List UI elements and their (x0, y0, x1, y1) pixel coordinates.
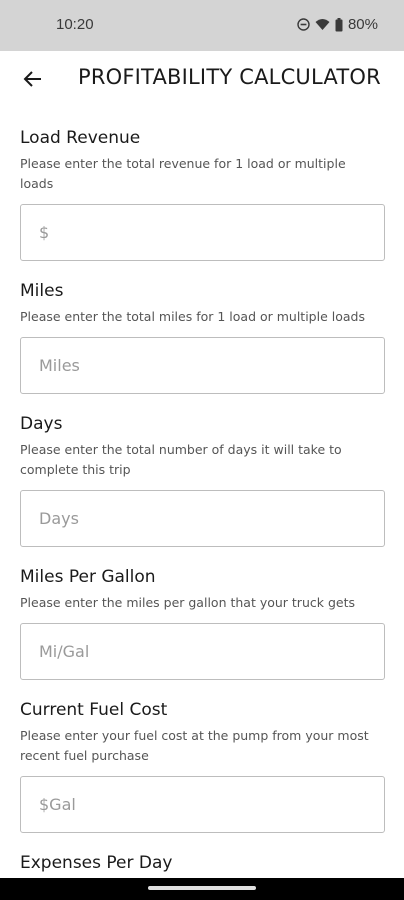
field-miles: Miles Please enter the total miles for 1… (20, 279, 386, 394)
field-expenses-per-day: Expenses Per Day (20, 851, 386, 875)
do-not-disturb-icon (297, 18, 310, 31)
fuel-cost-input[interactable] (20, 776, 385, 833)
field-help: Please enter the miles per gallon that y… (20, 595, 355, 610)
arrow-left-icon (23, 70, 43, 92)
app-header: PROFITABILITY CALCULATOR (0, 51, 404, 109)
load-revenue-input[interactable] (20, 204, 385, 261)
wifi-icon (315, 18, 330, 31)
field-label: Miles (20, 281, 64, 301)
miles-input[interactable] (20, 337, 385, 394)
field-help: Please enter the total revenue for 1 loa… (20, 156, 346, 191)
page-title: PROFITABILITY CALCULATOR (78, 65, 381, 89)
field-label: Expenses Per Day (20, 853, 173, 873)
field-help: Please enter the total number of days it… (20, 442, 342, 477)
field-label: Load Revenue (20, 128, 141, 148)
field-load-revenue: Load Revenue Please enter the total reve… (20, 126, 386, 261)
status-time: 10:20 (56, 16, 94, 33)
battery-percent: 80% (347, 16, 378, 33)
status-icons: 80% (297, 16, 378, 33)
field-help: Please enter the total miles for 1 load … (20, 309, 365, 324)
field-days: Days Please enter the total number of da… (20, 412, 386, 547)
home-handle[interactable] (148, 886, 256, 890)
field-current-fuel-cost: Current Fuel Cost Please enter your fuel… (20, 698, 386, 833)
field-label: Miles Per Gallon (20, 567, 156, 587)
miles-per-gallon-input[interactable] (20, 623, 385, 680)
calculator-form: Load Revenue Please enter the total reve… (20, 126, 386, 893)
status-bar: 10:20 80% (0, 0, 404, 51)
days-input[interactable] (20, 490, 385, 547)
battery-icon (335, 17, 343, 32)
back-button[interactable] (20, 68, 46, 94)
field-label: Current Fuel Cost (20, 700, 168, 720)
field-miles-per-gallon: Miles Per Gallon Please enter the miles … (20, 565, 386, 680)
navigation-bar (0, 878, 404, 900)
field-help: Please enter your fuel cost at the pump … (20, 728, 369, 763)
field-label: Days (20, 414, 63, 434)
